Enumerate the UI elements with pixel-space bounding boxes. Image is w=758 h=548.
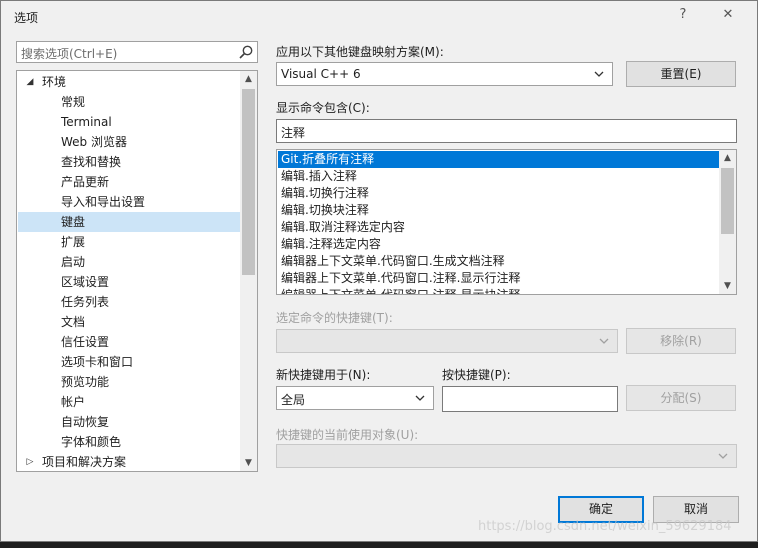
tree-item-label: 环境 [42,75,67,89]
assign-button[interactable]: 分配(S) [626,385,736,411]
tree-item-label: 键盘 [61,215,86,229]
chevron-down-icon [599,338,609,344]
tree-item[interactable]: 查找和替换 [18,152,240,172]
collapsed-arrow-icon[interactable]: ▷ [25,452,35,471]
tree-item[interactable]: 扩展 [18,232,240,252]
tree-item-label: 自动恢复 [61,415,110,429]
remove-button[interactable]: 移除(R) [626,328,736,354]
scope-value: 全局 [281,393,306,407]
tree-scroll-thumb[interactable] [242,89,255,275]
search-input[interactable]: 搜索选项(Ctrl+E) [16,41,258,63]
scroll-down-icon[interactable]: ▼ [240,455,257,471]
tree-item-label: 区域设置 [61,275,110,289]
tree-item[interactable]: 产品更新 [18,172,240,192]
command-list[interactable]: Git.折叠所有注释 编辑.插入注释 编辑.切换行注释 编辑.切换块注释 编辑.取消注释… [276,149,737,295]
tree-scrollbar[interactable]: ▲ ▼ [240,71,257,471]
tree-item-label: 导入和导出设置 [61,195,146,209]
chevron-down-icon [594,71,604,77]
command-scroll-thumb[interactable] [721,168,734,234]
tree-item[interactable]: 启动 [18,252,240,272]
filter-label: 显示命令包含(C): [276,101,370,115]
tree-item[interactable]: 文档 [18,312,240,332]
tree-item-label: 扩展 [61,235,86,249]
chevron-down-icon [415,395,425,401]
tree-item[interactable]: ◢ 环境 [18,72,240,92]
tree-item[interactable]: 任务列表 [18,292,240,312]
tree-item[interactable]: 信任设置 [18,332,240,352]
scroll-up-icon[interactable]: ▲ [719,150,736,166]
keymap-label: 应用以下其他键盘映射方案(M): [276,45,444,59]
scroll-down-icon[interactable]: ▼ [719,278,736,294]
command-list-item[interactable]: 编辑.注释选定内容 [278,236,722,253]
command-list-item[interactable]: 编辑器上下文菜单.代码窗口.生成文档注释 [278,253,722,270]
scope-label: 新快捷键用于(N): [276,368,371,382]
tree-item-label: Terminal [61,115,112,129]
tree-item[interactable]: ▷ 项目和解决方案 [18,452,240,471]
tree-item[interactable]: 导入和导出设置 [18,192,240,212]
options-dialog: 选项 ? ✕ 搜索选项(Ctrl+E) ◢ 环境常规 Terminal Web 浏览器… [0,0,758,542]
tree-item-label: 查找和替换 [61,155,122,169]
watermark-text: https://blog.csdn.net/weixin_59629184 [478,519,732,534]
command-list-item[interactable]: 编辑.取消注释选定内容 [278,219,722,236]
command-list-item[interactable]: 编辑器上下文菜单.代码窗口.注释.显示行注释 [278,270,722,287]
command-list-item[interactable]: 编辑.切换块注释 [278,202,722,219]
press-shortcut-label: 按快捷键(P): [442,368,511,382]
tree-item[interactable]: Web 浏览器 [18,132,240,152]
selected-shortcuts-label: 选定命令的快捷键(T): [276,311,393,325]
tree-item[interactable]: 常规 [18,92,240,112]
scope-select[interactable]: 全局 [276,386,434,410]
command-list-scrollbar[interactable]: ▲ ▼ [719,150,736,294]
scroll-up-icon[interactable]: ▲ [240,71,257,87]
command-list-item[interactable]: 编辑.切换行注释 [278,185,722,202]
search-icon[interactable] [238,44,254,60]
dialog-title: 选项 [14,11,39,25]
tree-item-label: 项目和解决方案 [42,455,127,469]
tree-item[interactable]: 选项卡和窗口 [18,352,240,372]
press-shortcut-input[interactable] [442,386,618,412]
options-tree[interactable]: ◢ 环境常规 Terminal Web 浏览器 查找和替换产品更新导入和导出设置 键盘扩展… [16,70,258,472]
tree-item-label: 文档 [61,315,86,329]
tree-item[interactable]: 字体和颜色 [18,432,240,452]
used-by-label: 快捷键的当前使用对象(U): [276,428,419,442]
keymap-value: Visual C++ 6 [281,67,361,81]
command-filter-input[interactable]: 注释 [276,119,737,143]
expanded-arrow-icon[interactable]: ◢ [25,72,35,92]
title-bar: 选项 ? ✕ [1,1,757,31]
tree-item-label: 信任设置 [61,335,110,349]
tree-item-label: 启动 [61,255,86,269]
tree-item-label: Web 浏览器 [61,135,127,149]
used-by-select[interactable] [276,444,737,468]
tree-item-label: 任务列表 [61,295,110,309]
tree-item-label: 帐户 [61,395,86,409]
tree-item[interactable]: 帐户 [18,392,240,412]
tree-item[interactable]: 区域设置 [18,272,240,292]
tree-item[interactable]: 键盘 [18,212,240,232]
close-button[interactable]: ✕ [718,7,738,25]
filter-value: 注释 [281,126,306,140]
command-list-item[interactable]: 编辑.插入注释 [278,168,722,185]
selected-shortcuts-select[interactable] [276,329,618,353]
tree-item-label: 字体和颜色 [61,435,122,449]
tree-item[interactable]: 预览功能 [18,372,240,392]
help-button[interactable]: ? [673,7,693,25]
chevron-down-icon [718,453,728,459]
tree-item[interactable]: 自动恢复 [18,412,240,432]
command-list-item[interactable]: Git.折叠所有注释 [278,151,722,168]
tree-item-label: 常规 [61,95,86,109]
tree-item-label: 产品更新 [61,175,110,189]
command-list-item[interactable]: 编辑器上下文菜单.代码窗口.注释.显示块注释 [278,287,722,294]
keymap-select[interactable]: Visual C++ 6 [276,62,613,86]
tree-item-label: 选项卡和窗口 [61,355,134,369]
tree-item[interactable]: Terminal [18,112,240,132]
tree-item-label: 预览功能 [61,375,110,389]
search-placeholder: 搜索选项(Ctrl+E) [21,47,118,61]
reset-button[interactable]: 重置(E) [626,61,736,87]
